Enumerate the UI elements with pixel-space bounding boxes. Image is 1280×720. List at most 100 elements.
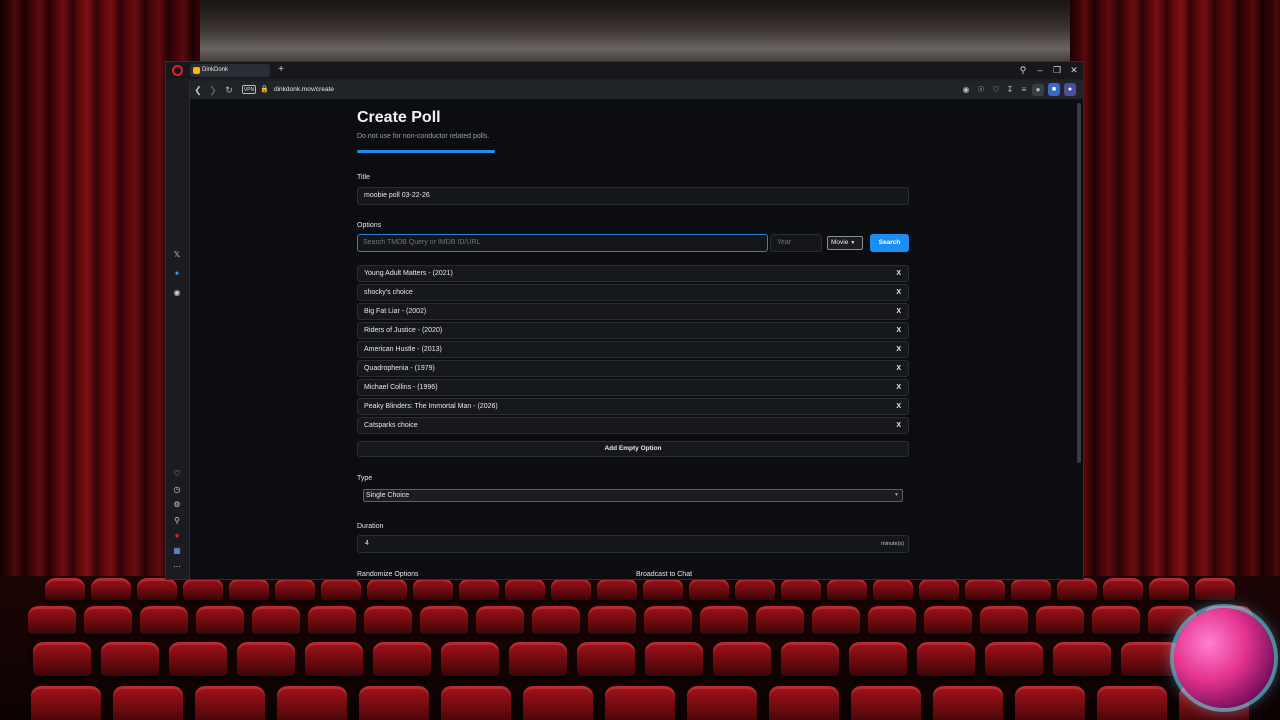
extension-2-icon[interactable]: ● bbox=[1064, 83, 1076, 96]
record-icon[interactable]: ● bbox=[171, 530, 183, 542]
option-label[interactable]: Young Adult Matters - (2021) bbox=[364, 266, 453, 281]
seat bbox=[420, 606, 468, 634]
media-type-select[interactable]: Movie ▼ bbox=[827, 236, 863, 250]
workspace-icon[interactable]: ▦ bbox=[171, 545, 183, 557]
seat bbox=[140, 606, 188, 634]
seat bbox=[985, 642, 1043, 676]
more-icon[interactable]: ⋯ bbox=[171, 561, 183, 573]
vpn-badge[interactable]: VPN bbox=[242, 85, 256, 94]
page-viewport: Create Poll Do not use for non-conductor… bbox=[190, 99, 1083, 579]
seat bbox=[919, 578, 959, 600]
browser-window: DinkDonk + ⚲ – ❐ ✕ ❮ ❯ ↻ VPN 🔒 dinkdonk.… bbox=[165, 61, 1084, 580]
option-label[interactable]: Quadrophenia - (1979) bbox=[364, 361, 435, 376]
remove-option-button[interactable]: X bbox=[896, 380, 901, 395]
title-input[interactable]: moobie poll 03-22-26 bbox=[357, 187, 909, 205]
extension-icon[interactable]: ■ bbox=[1048, 83, 1060, 96]
seat bbox=[700, 606, 748, 634]
seat bbox=[588, 606, 636, 634]
address-bar: ❮ ❯ ↻ VPN 🔒 dinkdonk.mov/create ◉ ☉ ♡ ↧ … bbox=[190, 81, 1083, 99]
seat bbox=[1195, 578, 1235, 600]
duration-input[interactable]: 4 minute(s) bbox=[357, 535, 909, 553]
seat bbox=[169, 642, 227, 676]
seat bbox=[917, 642, 975, 676]
option-label[interactable]: Catsparks choice bbox=[364, 418, 418, 433]
shield-icon[interactable]: ☉ bbox=[975, 84, 987, 96]
seat bbox=[769, 686, 839, 720]
lock-icon[interactable]: 🔒 bbox=[260, 84, 269, 96]
seat bbox=[605, 686, 675, 720]
chevron-down-icon: ▼ bbox=[850, 240, 856, 246]
seat bbox=[1103, 578, 1143, 600]
seat bbox=[275, 578, 315, 600]
randomize-label: Randomize Options bbox=[357, 571, 419, 578]
profile-icon[interactable]: ● bbox=[1032, 84, 1044, 96]
seat bbox=[689, 578, 729, 600]
tab-dinkdonk[interactable]: DinkDonk bbox=[190, 64, 270, 77]
maximize-button[interactable]: ❐ bbox=[1051, 64, 1063, 76]
settings-icon[interactable]: ⚙ bbox=[171, 499, 183, 511]
option-label[interactable]: Michael Collins - (1996) bbox=[364, 380, 438, 395]
url-field[interactable]: dinkdonk.mov/create bbox=[274, 81, 334, 99]
add-empty-option-button[interactable]: Add Empty Option bbox=[357, 441, 909, 457]
tab-search-icon[interactable]: ⚲ bbox=[1017, 64, 1029, 76]
camera-icon[interactable]: ◉ bbox=[960, 84, 972, 96]
remove-option-button[interactable]: X bbox=[896, 342, 901, 357]
seat bbox=[735, 578, 775, 600]
remove-option-button[interactable]: X bbox=[896, 399, 901, 414]
seat bbox=[91, 578, 131, 600]
menu-icon[interactable]: ≡ bbox=[1018, 84, 1030, 96]
seat bbox=[523, 686, 593, 720]
remove-option-button[interactable]: X bbox=[896, 285, 901, 300]
curtain-right bbox=[1070, 0, 1280, 600]
bluesky-icon[interactable]: ✦ bbox=[171, 268, 183, 280]
seat bbox=[1121, 642, 1179, 676]
close-window-button[interactable]: ✕ bbox=[1068, 64, 1080, 76]
poll-type-select[interactable]: Single Choice ▼ bbox=[363, 489, 903, 502]
scrollbar[interactable] bbox=[1077, 103, 1081, 463]
year-input[interactable]: Year bbox=[770, 234, 822, 252]
forward-button[interactable]: ❯ bbox=[207, 84, 219, 96]
seat bbox=[509, 642, 567, 676]
tab-title: DinkDonk bbox=[202, 67, 229, 73]
opera-logo-icon[interactable] bbox=[172, 65, 183, 76]
seat bbox=[321, 578, 361, 600]
seat bbox=[413, 578, 453, 600]
reload-button[interactable]: ↻ bbox=[223, 84, 235, 96]
theater-seats bbox=[0, 576, 1280, 720]
seat bbox=[551, 578, 591, 600]
history-icon[interactable]: ◷ bbox=[171, 484, 183, 496]
search-button[interactable]: Search bbox=[870, 234, 909, 252]
download-icon[interactable]: ↧ bbox=[1004, 84, 1016, 96]
seat bbox=[1036, 606, 1084, 634]
seat bbox=[476, 606, 524, 634]
option-label[interactable]: American Hustle - (2013) bbox=[364, 342, 442, 357]
option-label[interactable]: Riders of Justice - (2020) bbox=[364, 323, 442, 338]
poll-type-value: Single Choice bbox=[366, 492, 410, 499]
seat bbox=[1097, 686, 1167, 720]
minimize-button[interactable]: – bbox=[1034, 64, 1046, 76]
option-label[interactable]: Big Fat Liar - (2002) bbox=[364, 304, 426, 319]
seat bbox=[781, 642, 839, 676]
back-button[interactable]: ❮ bbox=[192, 84, 204, 96]
media-type-value: Movie bbox=[831, 239, 849, 246]
x-twitter-icon[interactable]: 𝕏 bbox=[171, 249, 183, 261]
heart-icon[interactable]: ♡ bbox=[990, 84, 1002, 96]
seat bbox=[505, 578, 545, 600]
remove-option-button[interactable]: X bbox=[896, 266, 901, 281]
options-label: Options bbox=[357, 222, 382, 229]
option-label[interactable]: Peaky Blinders: The Immortal Man - (2026… bbox=[364, 399, 498, 414]
option-label[interactable]: shocky's choice bbox=[364, 285, 413, 300]
page-title: Create Poll bbox=[357, 109, 441, 126]
discord-icon[interactable]: ◉ bbox=[171, 287, 183, 299]
remove-option-button[interactable]: X bbox=[896, 418, 901, 433]
remove-option-button[interactable]: X bbox=[896, 304, 901, 319]
search-input[interactable]: Search TMDB Query or IMDB ID/URL bbox=[357, 234, 768, 252]
remove-option-button[interactable]: X bbox=[896, 361, 901, 376]
seat bbox=[305, 642, 363, 676]
option-item: Quadrophenia - (1979) X bbox=[357, 360, 909, 377]
remove-option-button[interactable]: X bbox=[896, 323, 901, 338]
tips-icon[interactable]: ⚲ bbox=[171, 515, 183, 527]
seat bbox=[1057, 578, 1097, 600]
favorites-icon[interactable]: ♡ bbox=[171, 468, 183, 480]
new-tab-button[interactable]: + bbox=[275, 64, 287, 76]
